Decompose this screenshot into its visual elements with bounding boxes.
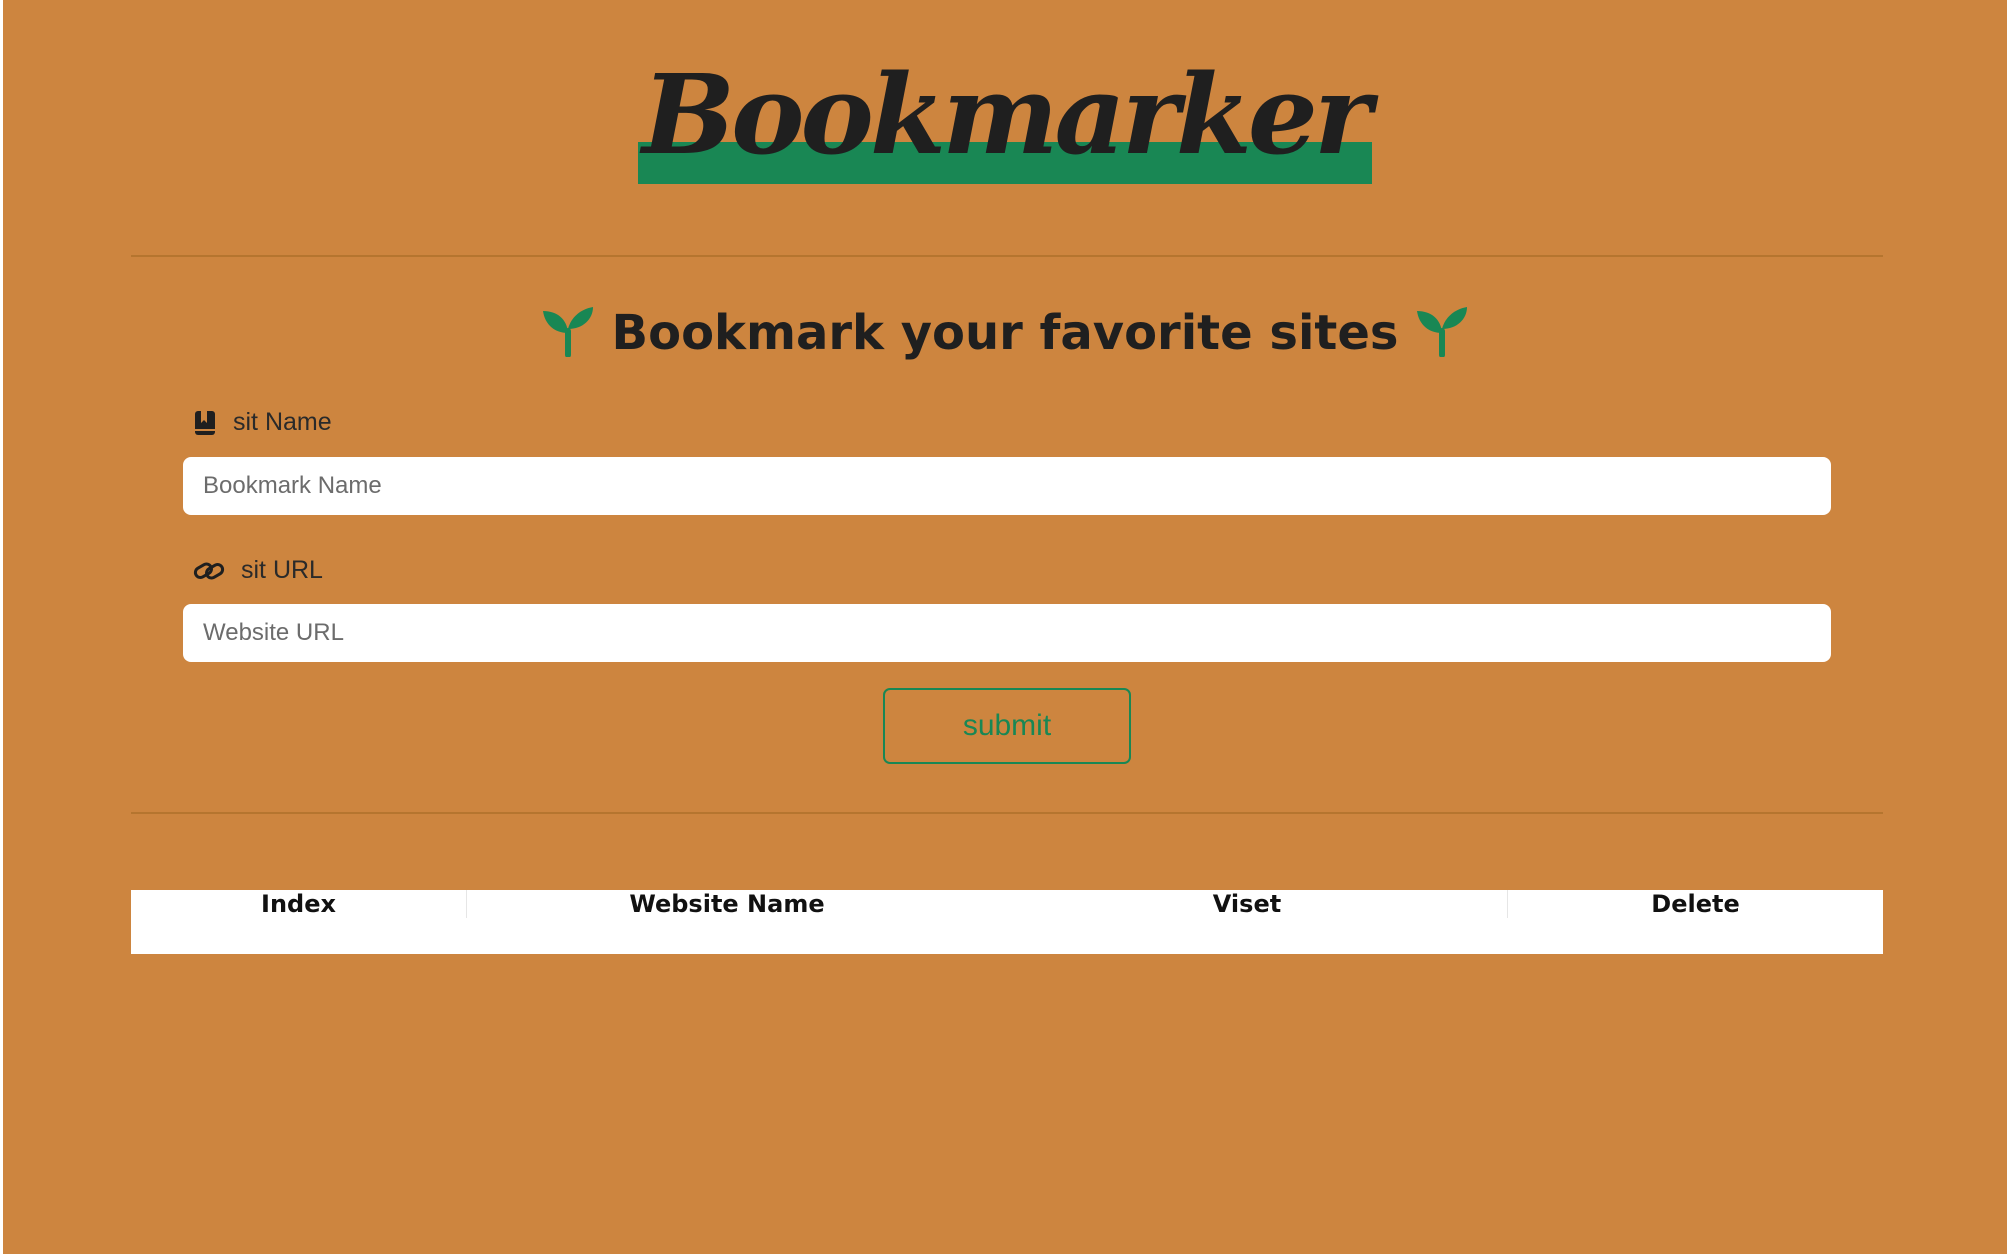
bookmarks-table: Index Website Name Viset Delete (131, 890, 1883, 954)
table-header-row: Index Website Name Viset Delete (131, 890, 1883, 918)
site-url-label-text: sit URL (241, 556, 323, 584)
column-header-index: Index (131, 890, 467, 918)
seedling-icon (1415, 305, 1469, 361)
logo-text: Bookmarker (642, 50, 1372, 179)
page-background: Bookmarker Bookmark your favorite sites (3, 0, 2007, 1254)
bookmark-icon (193, 410, 217, 436)
site-name-label: sit Name (193, 408, 332, 437)
link-icon (193, 559, 225, 583)
website-url-input[interactable] (183, 604, 1831, 662)
logo: Bookmarker (638, 60, 1372, 184)
column-header-website-name: Website Name (629, 890, 825, 918)
bookmark-name-input[interactable] (183, 457, 1831, 515)
heading-text: Bookmark your favorite sites (611, 305, 1399, 361)
site-name-label-text: sit Name (233, 408, 332, 436)
site-url-label: sit URL (193, 556, 323, 585)
bottom-divider (131, 812, 1883, 814)
column-header-visit: Viset (987, 890, 1508, 918)
seedling-icon (541, 305, 612, 361)
submit-button[interactable]: submit (883, 688, 1131, 764)
column-header-delete: Delete (1651, 890, 1740, 918)
logo-container: Bookmarker (3, 60, 2007, 184)
top-divider (131, 255, 1883, 257)
page-heading: Bookmark your favorite sites (3, 305, 2007, 361)
table-body (131, 918, 1883, 954)
